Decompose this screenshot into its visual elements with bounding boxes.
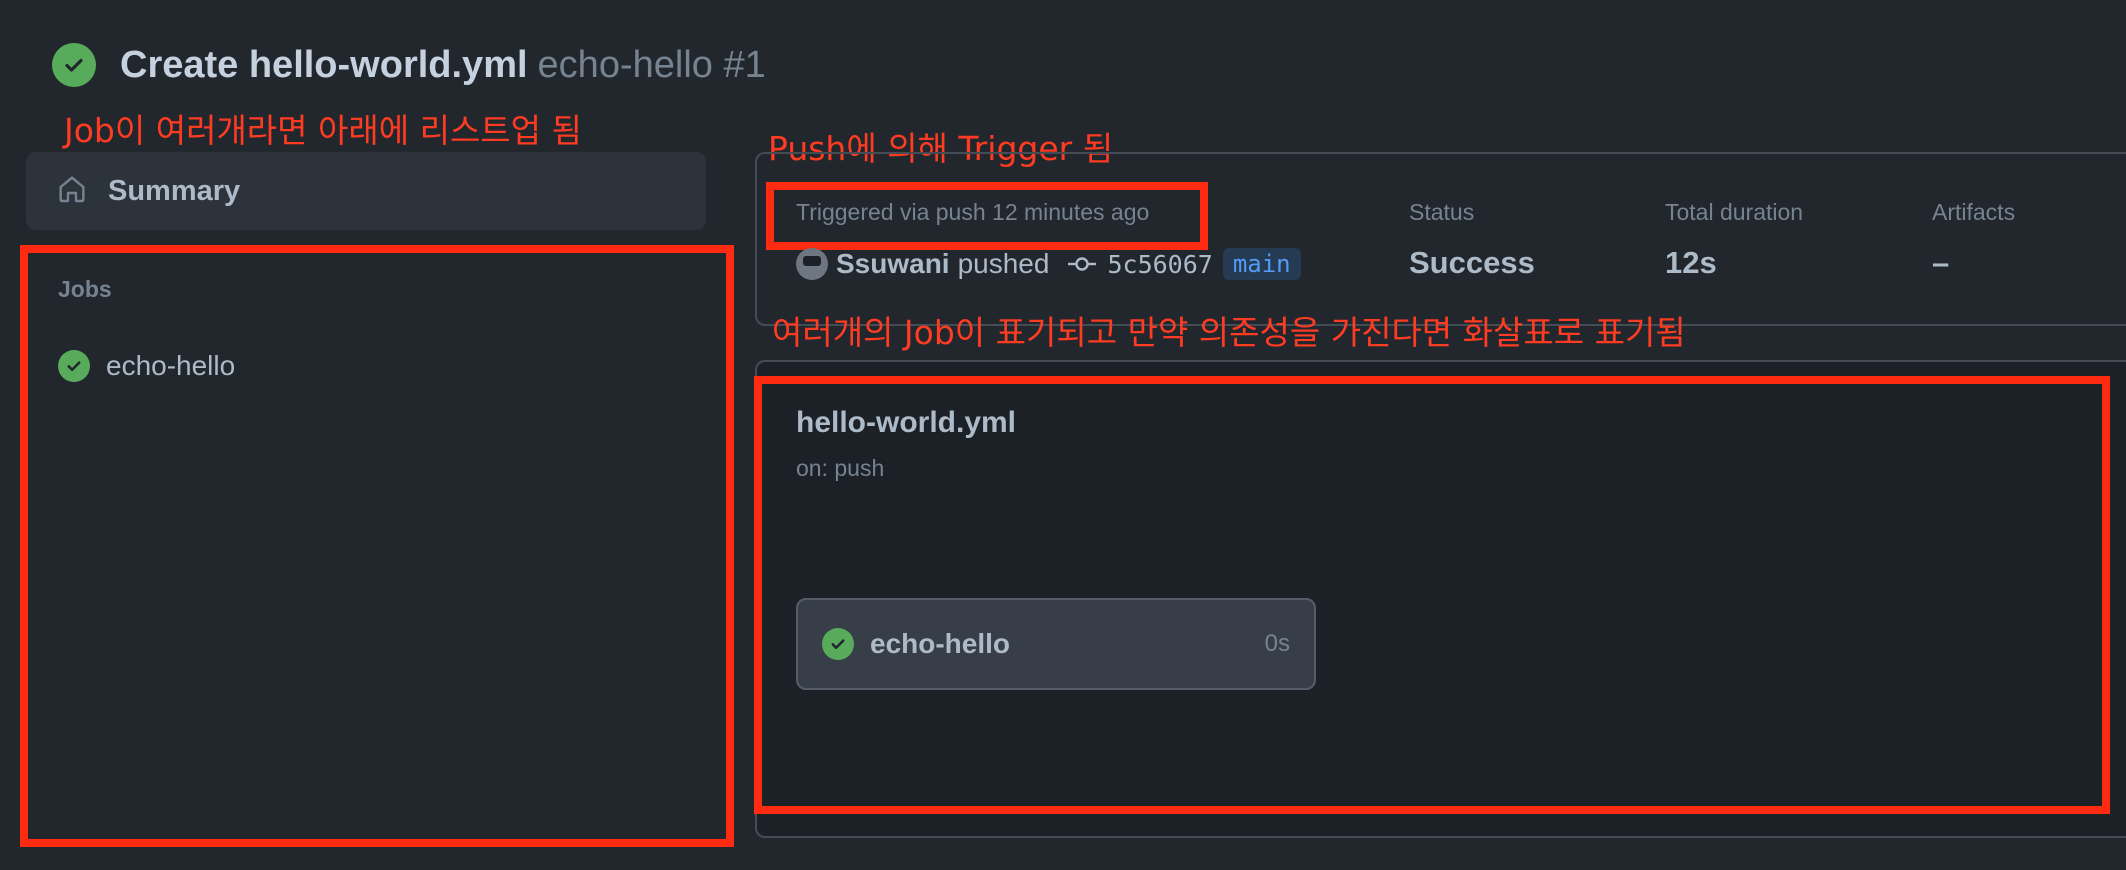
run-title-row: Create hello-world.yml echo-hello #1 [52,40,766,90]
run-meta-row: Ssuwani pushed 5c56067 main [796,246,1301,282]
annotation-graph-box [754,376,2110,814]
git-commit-icon [1067,254,1097,274]
sidebar-item-summary[interactable]: Summary [26,152,706,230]
run-title: Create hello-world.yml [120,43,528,86]
duration-label: Total duration [1665,199,1804,225]
artifacts-value: – [1932,245,1950,280]
commit-sha-link[interactable]: 5c56067 [1107,250,1212,279]
check-circle-icon [52,43,96,87]
status-label: Status [1409,199,1475,225]
status-value: Success [1409,245,1535,280]
avatar[interactable] [796,248,828,280]
actor-action: pushed [957,248,1050,279]
annotation-trigger-box [766,182,1208,250]
duration-value: 12s [1665,245,1717,280]
branch-badge[interactable]: main [1222,248,1301,280]
annotation-jobs-note: Job이 여러개라면 아래에 리스트업 됨 [64,111,582,150]
run-subtitle: echo-hello #1 [537,43,766,86]
home-icon [56,173,88,210]
annotation-graph-note: 여러개의 Job이 표기되고 만약 의존성을 가진다면 화살표로 표기됨 [772,313,1686,352]
artifacts-label: Artifacts [1932,199,2016,225]
sidebar-item-summary-label: Summary [108,174,241,207]
actor-link[interactable]: Ssuwani [836,248,950,280]
annotation-jobs-box [20,245,734,847]
